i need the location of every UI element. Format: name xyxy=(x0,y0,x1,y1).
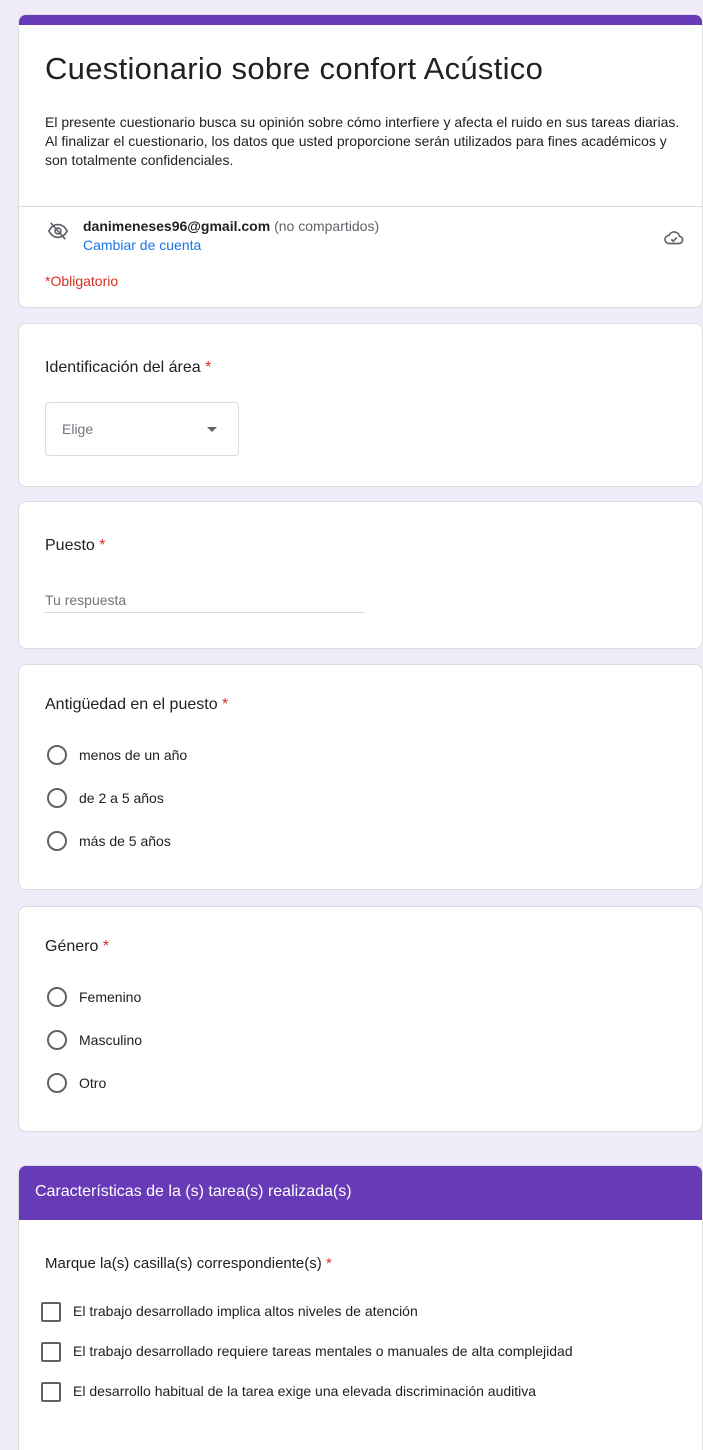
radio-label: más de 5 años xyxy=(79,833,171,849)
checkbox-label: El trabajo desarrollado requiere tareas … xyxy=(73,1343,573,1359)
eye-off-icon xyxy=(47,222,69,240)
puesto-input[interactable] xyxy=(45,588,365,613)
area-dropdown[interactable]: Elige xyxy=(45,402,239,456)
dropdown-value: Elige xyxy=(62,421,94,437)
account-email: danimeneses96@gmail.com xyxy=(83,218,271,234)
checkbox[interactable] xyxy=(41,1302,61,1322)
section-header: Características de la (s) tarea(s) reali… xyxy=(19,1166,702,1220)
section-title: Características de la (s) tarea(s) reali… xyxy=(35,1183,352,1200)
required-asterisk: * xyxy=(222,696,229,713)
question-title-puesto: Puesto * xyxy=(45,537,106,555)
radio-label: Otro xyxy=(79,1075,107,1091)
switch-account-link[interactable]: Cambiar de cuenta xyxy=(83,237,201,253)
question-title-antiguedad: Antigüedad en el puesto * xyxy=(45,696,228,714)
question-title-genero: Género * xyxy=(45,938,109,956)
required-note: *Obligatorio xyxy=(45,273,119,289)
account-email-line: danimeneses96@gmail.com (no compartidos) xyxy=(83,218,379,234)
form-title: Cuestionario sobre confort Acústico xyxy=(45,51,544,86)
question-label: Antigüedad en el puesto xyxy=(45,696,218,713)
question-title-area: Identificación del área * xyxy=(45,359,211,377)
checkbox-label: El desarrollo habitual de la tarea exige… xyxy=(73,1383,537,1399)
radio-label: de 2 a 5 años xyxy=(79,790,164,806)
section-card: Características de la (s) tarea(s) reali… xyxy=(18,1165,703,1450)
radio-button[interactable] xyxy=(47,745,67,765)
question-card-genero: Género * Femenino Masculino Otro xyxy=(18,906,703,1132)
radio-label: menos de un año xyxy=(79,747,188,763)
question-label: Marque la(s) casilla(s) correspondiente(… xyxy=(45,1255,322,1272)
checkbox[interactable] xyxy=(41,1382,61,1402)
radio-button[interactable] xyxy=(47,788,67,808)
radio-button[interactable] xyxy=(47,1030,67,1050)
question-label: Género xyxy=(45,938,99,955)
divider xyxy=(19,206,702,207)
accent-bar xyxy=(19,15,702,25)
question-card-antiguedad: Antigüedad en el puesto * menos de un añ… xyxy=(18,664,703,890)
radio-button[interactable] xyxy=(47,831,67,851)
checkbox-label: El trabajo desarrollado implica altos ni… xyxy=(73,1303,418,1319)
required-asterisk: * xyxy=(205,359,212,376)
required-asterisk: * xyxy=(102,938,110,955)
caret-down-icon xyxy=(207,427,217,432)
radio-label: Femenino xyxy=(79,989,142,1005)
question-label: Identificación del área xyxy=(45,359,201,376)
form-description: El presente cuestionario busca su opinió… xyxy=(45,114,680,168)
account-note: (no compartidos) xyxy=(274,218,380,234)
required-asterisk: * xyxy=(325,1255,332,1272)
required-asterisk: * xyxy=(99,537,106,554)
question-title-casillas: Marque la(s) casilla(s) correspondiente(… xyxy=(45,1255,332,1272)
form-page: Cuestionario sobre confort Acústico El p… xyxy=(0,0,703,1450)
question-card-area: Identificación del área * Elige xyxy=(18,323,703,487)
checkbox[interactable] xyxy=(41,1342,61,1362)
question-label: Puesto xyxy=(45,537,95,554)
radio-button[interactable] xyxy=(47,1073,67,1093)
radio-button[interactable] xyxy=(47,987,67,1007)
question-card-puesto: Puesto * xyxy=(18,501,703,649)
cloud-check-icon xyxy=(664,231,684,245)
form-header-card: Cuestionario sobre confort Acústico El p… xyxy=(18,14,703,308)
radio-label: Masculino xyxy=(79,1032,143,1048)
